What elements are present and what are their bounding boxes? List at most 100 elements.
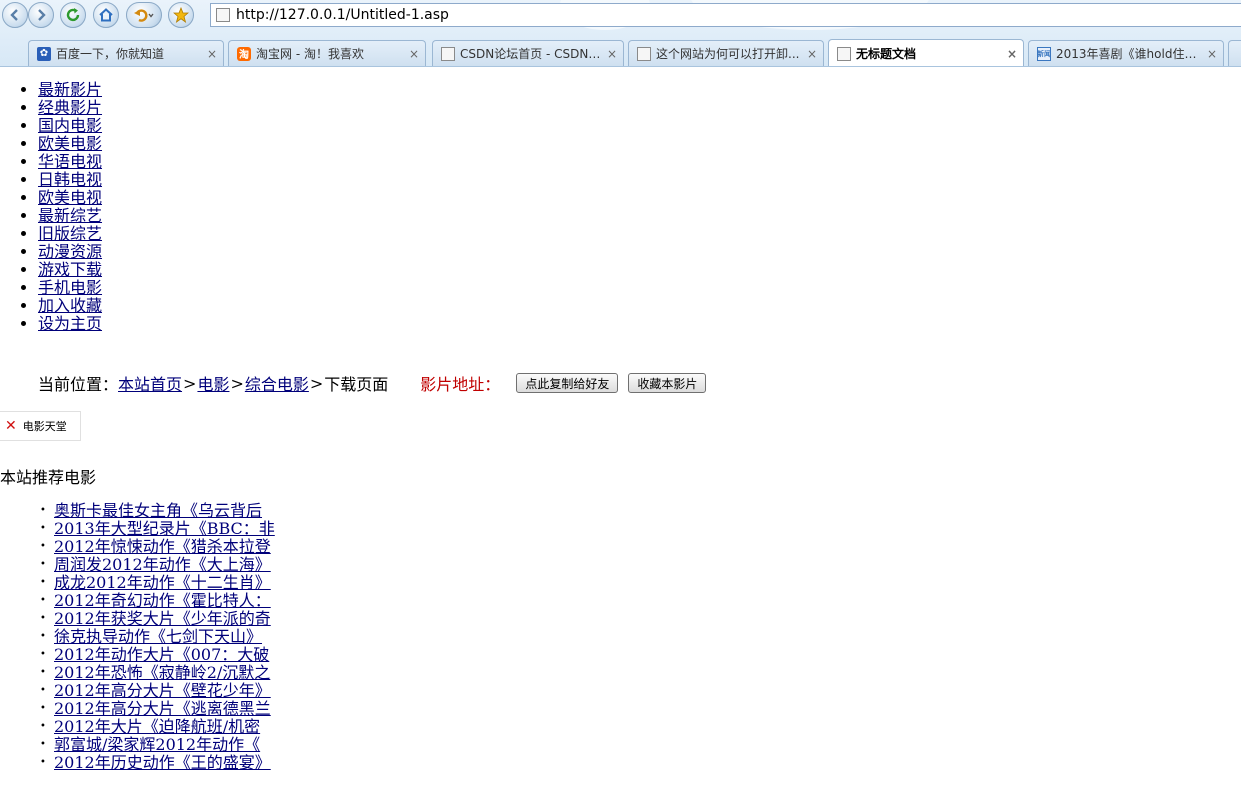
nav-link[interactable]: 最新综艺 <box>38 206 102 225</box>
recommend-link[interactable]: 2012年动作大片《007：大破 <box>54 646 269 664</box>
list-item: • 2012年大片《迫降航班/机密 <box>40 718 275 736</box>
bullet: • <box>40 703 46 714</box>
nav-link[interactable]: 手机电影 <box>38 278 102 297</box>
undo-icon <box>134 9 154 22</box>
recommend-link[interactable]: 2012年高分大片《逃离德黑兰 <box>54 700 271 718</box>
nav-item: 游戏下载 <box>38 261 102 279</box>
close-icon[interactable]: × <box>207 47 217 61</box>
tab-untitled[interactable]: 无标题文档 × <box>828 39 1024 66</box>
nav-item: 加入收藏 <box>38 297 102 315</box>
breadcrumb-separator: > <box>183 373 197 393</box>
list-item: • 郭富城/梁家辉2012年动作《 <box>40 736 275 754</box>
nav-link[interactable]: 旧版综艺 <box>38 224 102 243</box>
address-bar[interactable]: http://127.0.0.1/Untitled-1.asp <box>210 3 1241 27</box>
recommend-title: 本站推荐电影 <box>0 468 97 487</box>
recommend-link[interactable]: 2012年大片《迫降航班/机密 <box>54 718 260 736</box>
nav-item: 旧版综艺 <box>38 225 102 243</box>
close-icon[interactable]: × <box>1007 47 1017 61</box>
recommend-link[interactable]: 2012年获奖大片《少年派的奇 <box>54 610 271 628</box>
nav-item: 国内电影 <box>38 117 102 135</box>
recommend-link[interactable]: 2012年恐怖《寂静岭2/沉默之 <box>54 664 270 682</box>
bullet: • <box>40 631 46 642</box>
nav-link[interactable]: 华语电视 <box>38 152 102 171</box>
recommend-link[interactable]: 2012年惊悚动作《猎杀本拉登 <box>54 538 271 556</box>
breadcrumb-current: 下载页面 <box>324 375 389 394</box>
breadcrumb-home-link[interactable]: 本站首页 <box>118 371 182 395</box>
list-item: • 2012年奇幻动作《霍比特人： <box>40 592 275 610</box>
list-item: • 2012年获奖大片《少年派的奇 <box>40 610 275 628</box>
list-item: • 2012年恐怖《寂静岭2/沉默之 <box>40 664 275 682</box>
nav-link[interactable]: 设为主页 <box>38 314 102 333</box>
recommend-link[interactable]: 2012年历史动作《王的盛宴》 <box>54 754 271 772</box>
movie-address-label: 影片地址： <box>420 375 501 394</box>
recommend-list: • 奥斯卡最佳女主角《乌云背后 • 2013年大型纪录片《BBC：非 • 2012年惊… <box>40 502 275 772</box>
nav-link[interactable]: 欧美电影 <box>38 134 102 153</box>
list-item: • 2013年大型纪录片《BBC：非 <box>40 520 275 538</box>
undo-button[interactable] <box>126 2 162 28</box>
nav-item: 欧美电影 <box>38 135 102 153</box>
favorites-button[interactable] <box>168 2 194 28</box>
bullet: • <box>40 613 46 624</box>
list-item: • 2012年惊悚动作《猎杀本拉登 <box>40 538 275 556</box>
recommend-link[interactable]: 2012年高分大片《壁花少年》 <box>54 682 271 700</box>
tab-title: 2013年喜剧《谁hold住谁... <box>1056 47 1201 61</box>
favorite-movie-button[interactable]: 收藏本影片 <box>628 373 707 393</box>
recommend-link[interactable]: 成龙2012年动作《十二生肖》 <box>54 574 271 592</box>
nav-link[interactable]: 游戏下载 <box>38 260 102 279</box>
nav-link[interactable]: 欧美电视 <box>38 188 102 207</box>
tab-comedy[interactable]: 新闻 2013年喜剧《谁hold住谁... × <box>1028 40 1224 66</box>
breadcrumb: 当前位置： 本站首页 > 电影 > 综合电影 > 下载页面 影片地址： 点此复制… <box>38 372 716 394</box>
page-icon <box>441 46 455 61</box>
home-button[interactable] <box>93 2 119 28</box>
forward-arrow-icon <box>38 9 46 21</box>
close-icon[interactable]: × <box>1207 47 1217 61</box>
bullet: • <box>40 541 46 552</box>
nav-link[interactable]: 经典影片 <box>38 98 102 117</box>
page-icon <box>637 46 651 61</box>
home-icon <box>99 8 113 22</box>
new-tab-button[interactable] <box>1228 40 1241 66</box>
tab-title: 无标题文档 <box>856 47 917 61</box>
nav-item: 华语电视 <box>38 153 102 171</box>
nav-link[interactable]: 国内电影 <box>38 116 102 135</box>
address-url[interactable]: http://127.0.0.1/Untitled-1.asp <box>236 7 449 23</box>
nav-link[interactable]: 日韩电视 <box>38 170 102 189</box>
tab-taobao[interactable]: 淘 淘宝网 - 淘！我喜欢 × <box>228 40 426 66</box>
tab-baidu[interactable]: ✿ 百度一下，你就知道 × <box>28 40 224 66</box>
breadcrumb-movies-link[interactable]: 电影 <box>197 371 229 395</box>
bullet: • <box>40 685 46 696</box>
tab-question[interactable]: 这个网站为何可以打开卸... × <box>628 40 824 66</box>
close-icon[interactable]: × <box>607 47 617 61</box>
nav-item: 经典影片 <box>38 99 102 117</box>
bullet: • <box>40 757 46 768</box>
recommend-link[interactable]: 2013年大型纪录片《BBC：非 <box>54 520 275 538</box>
nav-link[interactable]: 动漫资源 <box>38 242 102 261</box>
close-icon[interactable]: × <box>807 47 817 61</box>
back-arrow-icon <box>10 9 18 21</box>
recommend-link[interactable]: 2012年奇幻动作《霍比特人： <box>54 592 271 610</box>
broken-image-placeholder: ✕ 电影天堂 <box>0 411 81 441</box>
recommend-link[interactable]: 徐克执导动作《七剑下天山》 <box>54 628 262 646</box>
back-button[interactable] <box>2 2 28 28</box>
recommend-link[interactable]: 奥斯卡最佳女主角《乌云背后 <box>54 502 262 520</box>
tab-csdn[interactable]: CSDN论坛首页 - CSDN.NET × <box>432 40 624 66</box>
star-icon <box>173 7 189 23</box>
nav-link[interactable]: 最新影片 <box>38 80 102 99</box>
bullet: • <box>40 721 46 732</box>
location-prefix: 当前位置： <box>38 375 119 394</box>
nav-item: 最新综艺 <box>38 207 102 225</box>
recommend-link[interactable]: 周润发2012年动作《大上海》 <box>54 556 271 574</box>
breadcrumb-category-link[interactable]: 综合电影 <box>245 371 309 395</box>
list-item: • 周润发2012年动作《大上海》 <box>40 556 275 574</box>
recommend-link[interactable]: 郭富城/梁家辉2012年动作《 <box>54 736 260 754</box>
nav-item: 动漫资源 <box>38 243 102 261</box>
refresh-button[interactable] <box>60 2 86 28</box>
close-icon[interactable]: × <box>409 47 419 61</box>
nav-link[interactable]: 加入收藏 <box>38 296 102 315</box>
list-item: • 徐克执导动作《七剑下天山》 <box>40 628 275 646</box>
page-icon <box>216 8 230 22</box>
copy-to-friend-button[interactable]: 点此复制给好友 <box>516 373 619 393</box>
bullet: • <box>40 649 46 660</box>
nav-item: 欧美电视 <box>38 189 102 207</box>
forward-button[interactable] <box>28 2 54 28</box>
